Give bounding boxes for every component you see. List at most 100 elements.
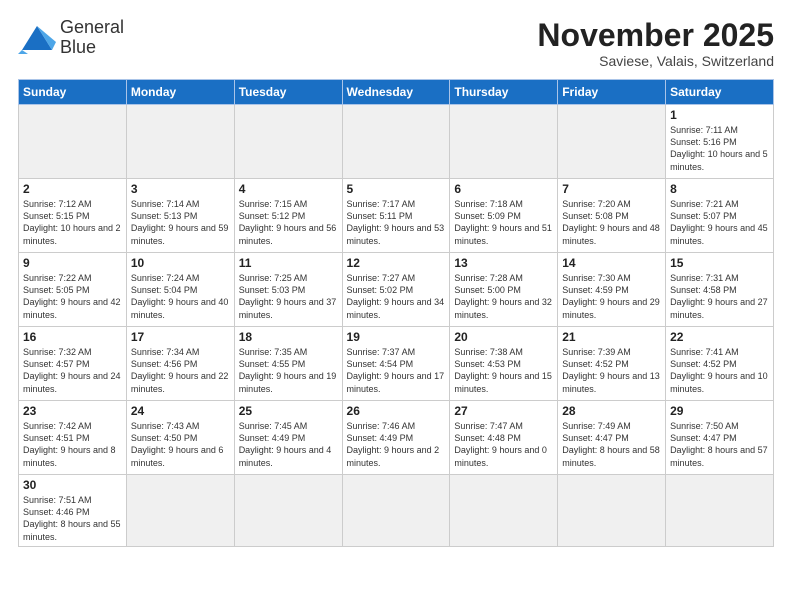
calendar-week-row: 30 Sunrise: 7:51 AM Sunset: 4:46 PM Dayli… <box>19 475 774 547</box>
calendar-day-cell: 6Sunrise: 7:18 AM Sunset: 5:09 PM Daylig… <box>450 179 558 253</box>
calendar-day-cell: 23Sunrise: 7:42 AM Sunset: 4:51 PM Dayli… <box>19 401 127 475</box>
day-number: 22 <box>670 330 769 344</box>
calendar-day-cell: 24 Sunrise: 7:43 AM Sunset: 4:50 PM Dayli… <box>126 401 234 475</box>
calendar-day-cell: 2Sunrise: 7:12 AM Sunset: 5:15 PM Daylig… <box>19 179 127 253</box>
day-number: 5 <box>347 182 446 196</box>
weekday-header: Friday <box>558 80 666 105</box>
calendar-week-row: 16 Sunrise: 7:32 AM Sunset: 4:57 PM Dayli… <box>19 327 774 401</box>
calendar-day-cell: 30 Sunrise: 7:51 AM Sunset: 4:46 PM Dayli… <box>19 475 127 547</box>
calendar-day-cell: 18 Sunrise: 7:35 AM Sunset: 4:55 PM Dayli… <box>234 327 342 401</box>
day-number: 24 <box>131 404 230 418</box>
calendar-day-cell: 15 Sunrise: 7:31 AM Sunset: 4:58 PM Dayli… <box>666 253 774 327</box>
day-info: Sunrise: 7:39 AM Sunset: 4:52 PM Dayligh… <box>562 346 661 395</box>
calendar-day-cell: 3 Sunrise: 7:14 AM Sunset: 5:13 PM Daylig… <box>126 179 234 253</box>
day-info: Sunrise: 7:11 AM Sunset: 5:16 PM Dayligh… <box>670 124 769 173</box>
calendar-day-cell: 11 Sunrise: 7:25 AM Sunset: 5:03 PM Dayli… <box>234 253 342 327</box>
day-number: 6 <box>454 182 553 196</box>
day-info: Sunrise: 7:32 AM Sunset: 4:57 PM Dayligh… <box>23 346 122 395</box>
calendar-week-row: 2Sunrise: 7:12 AM Sunset: 5:15 PM Daylig… <box>19 179 774 253</box>
day-number: 15 <box>670 256 769 270</box>
day-info: Sunrise: 7:22 AM Sunset: 5:05 PM Dayligh… <box>23 272 122 321</box>
calendar-day-cell: 20 Sunrise: 7:38 AM Sunset: 4:53 PM Dayli… <box>450 327 558 401</box>
day-info: Sunrise: 7:20 AM Sunset: 5:08 PM Dayligh… <box>562 198 661 247</box>
day-info: Sunrise: 7:25 AM Sunset: 5:03 PM Dayligh… <box>239 272 338 321</box>
day-number: 3 <box>131 182 230 196</box>
day-number: 21 <box>562 330 661 344</box>
day-number: 17 <box>131 330 230 344</box>
day-info: Sunrise: 7:41 AM Sunset: 4:52 PM Dayligh… <box>670 346 769 395</box>
subtitle: Saviese, Valais, Switzerland <box>537 53 774 69</box>
weekday-header: Sunday <box>19 80 127 105</box>
day-number: 8 <box>670 182 769 196</box>
day-number: 16 <box>23 330 122 344</box>
day-info: Sunrise: 7:35 AM Sunset: 4:55 PM Dayligh… <box>239 346 338 395</box>
day-number: 18 <box>239 330 338 344</box>
day-info: Sunrise: 7:31 AM Sunset: 4:58 PM Dayligh… <box>670 272 769 321</box>
day-info: Sunrise: 7:51 AM Sunset: 4:46 PM Dayligh… <box>23 494 122 543</box>
page: General Blue November 2025 Saviese, Vala… <box>0 0 792 612</box>
weekday-header: Monday <box>126 80 234 105</box>
day-info: Sunrise: 7:34 AM Sunset: 4:56 PM Dayligh… <box>131 346 230 395</box>
title-block: November 2025 Saviese, Valais, Switzerla… <box>537 18 774 69</box>
day-number: 11 <box>239 256 338 270</box>
calendar-day-cell: 21 Sunrise: 7:39 AM Sunset: 4:52 PM Dayli… <box>558 327 666 401</box>
day-number: 28 <box>562 404 661 418</box>
day-info: Sunrise: 7:50 AM Sunset: 4:47 PM Dayligh… <box>670 420 769 469</box>
calendar-day-cell: 16 Sunrise: 7:32 AM Sunset: 4:57 PM Dayli… <box>19 327 127 401</box>
day-number: 19 <box>347 330 446 344</box>
day-info: Sunrise: 7:14 AM Sunset: 5:13 PM Dayligh… <box>131 198 230 247</box>
calendar-day-cell <box>558 105 666 179</box>
day-number: 14 <box>562 256 661 270</box>
day-number: 4 <box>239 182 338 196</box>
logo-line1: General <box>60 18 124 38</box>
weekday-header: Thursday <box>450 80 558 105</box>
calendar-day-cell: 29 Sunrise: 7:50 AM Sunset: 4:47 PM Dayli… <box>666 401 774 475</box>
day-number: 1 <box>670 108 769 122</box>
day-number: 13 <box>454 256 553 270</box>
day-number: 20 <box>454 330 553 344</box>
day-number: 12 <box>347 256 446 270</box>
calendar-day-cell: 10Sunrise: 7:24 AM Sunset: 5:04 PM Dayli… <box>126 253 234 327</box>
calendar-day-cell <box>666 475 774 547</box>
weekday-header: Tuesday <box>234 80 342 105</box>
day-info: Sunrise: 7:45 AM Sunset: 4:49 PM Dayligh… <box>239 420 338 469</box>
day-number: 29 <box>670 404 769 418</box>
day-number: 25 <box>239 404 338 418</box>
day-info: Sunrise: 7:42 AM Sunset: 4:51 PM Dayligh… <box>23 420 122 469</box>
logo-line2: Blue <box>60 38 124 58</box>
calendar-week-row: 1 Sunrise: 7:11 AM Sunset: 5:16 PM Daylig… <box>19 105 774 179</box>
calendar-day-cell: 12 Sunrise: 7:27 AM Sunset: 5:02 PM Dayli… <box>342 253 450 327</box>
calendar-day-cell <box>450 105 558 179</box>
calendar-week-row: 23Sunrise: 7:42 AM Sunset: 4:51 PM Dayli… <box>19 401 774 475</box>
day-info: Sunrise: 7:15 AM Sunset: 5:12 PM Dayligh… <box>239 198 338 247</box>
weekday-header: Wednesday <box>342 80 450 105</box>
calendar-day-cell: 7Sunrise: 7:20 AM Sunset: 5:08 PM Daylig… <box>558 179 666 253</box>
calendar-day-cell: 14 Sunrise: 7:30 AM Sunset: 4:59 PM Dayli… <box>558 253 666 327</box>
logo-text: General Blue <box>60 18 124 58</box>
month-title: November 2025 <box>537 18 774 53</box>
calendar-body: 1 Sunrise: 7:11 AM Sunset: 5:16 PM Daylig… <box>19 105 774 547</box>
day-info: Sunrise: 7:24 AM Sunset: 5:04 PM Dayligh… <box>131 272 230 321</box>
day-number: 27 <box>454 404 553 418</box>
day-number: 26 <box>347 404 446 418</box>
day-info: Sunrise: 7:30 AM Sunset: 4:59 PM Dayligh… <box>562 272 661 321</box>
day-info: Sunrise: 7:43 AM Sunset: 4:50 PM Dayligh… <box>131 420 230 469</box>
calendar-day-cell <box>19 105 127 179</box>
day-info: Sunrise: 7:27 AM Sunset: 5:02 PM Dayligh… <box>347 272 446 321</box>
day-info: Sunrise: 7:37 AM Sunset: 4:54 PM Dayligh… <box>347 346 446 395</box>
day-number: 9 <box>23 256 122 270</box>
day-info: Sunrise: 7:21 AM Sunset: 5:07 PM Dayligh… <box>670 198 769 247</box>
logo-icon <box>18 22 56 54</box>
calendar-day-cell <box>126 105 234 179</box>
calendar-day-cell: 19 Sunrise: 7:37 AM Sunset: 4:54 PM Dayli… <box>342 327 450 401</box>
calendar-day-cell <box>234 105 342 179</box>
day-info: Sunrise: 7:12 AM Sunset: 5:15 PM Dayligh… <box>23 198 122 247</box>
day-number: 30 <box>23 478 122 492</box>
header: General Blue November 2025 Saviese, Vala… <box>18 18 774 69</box>
calendar-day-cell <box>342 105 450 179</box>
day-info: Sunrise: 7:38 AM Sunset: 4:53 PM Dayligh… <box>454 346 553 395</box>
calendar-day-cell: 13Sunrise: 7:28 AM Sunset: 5:00 PM Dayli… <box>450 253 558 327</box>
calendar-day-cell: 5Sunrise: 7:17 AM Sunset: 5:11 PM Daylig… <box>342 179 450 253</box>
calendar-day-cell: 28Sunrise: 7:49 AM Sunset: 4:47 PM Dayli… <box>558 401 666 475</box>
calendar-day-cell <box>126 475 234 547</box>
